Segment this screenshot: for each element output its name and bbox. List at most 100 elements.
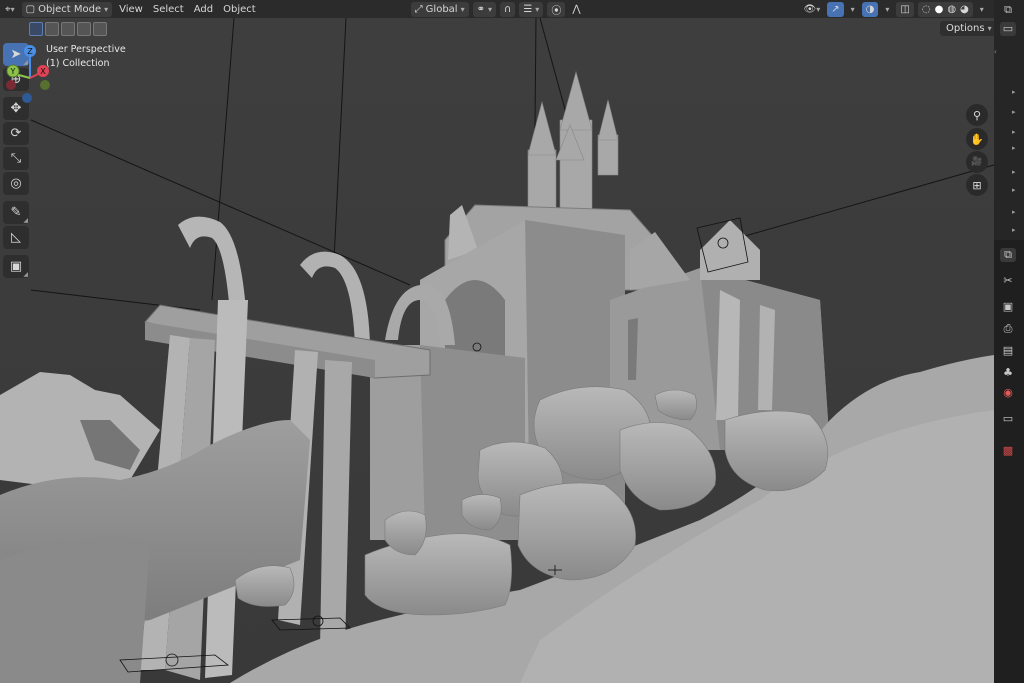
mountain-left [0, 372, 160, 490]
select-extend-icon[interactable] [45, 22, 59, 36]
snap-toggle[interactable]: ∩ [500, 1, 516, 17]
camera-view-button[interactable]: 🎥 [966, 151, 988, 173]
viewport-header: ⌖ ▾ ▢ Object Mode ▾ View Select Add Objec… [0, 0, 994, 18]
proportional-edit-icon: ⦿ [551, 5, 562, 17]
axis-neg-x-icon[interactable] [6, 80, 16, 90]
shading-dropdown[interactable]: ▾ [975, 1, 989, 17]
overlays-toggle[interactable]: ◑ [861, 1, 879, 17]
pivot-icon: ⚭ [476, 3, 485, 15]
orientation-icon: ⤢ [414, 3, 423, 15]
axis-x-label: X [40, 67, 46, 76]
expand-arrow-icon[interactable]: ▸ [1012, 168, 1016, 176]
transform-orientation-dropdown[interactable]: ⤢ Global ▾ [410, 1, 469, 17]
expand-arrow-icon[interactable]: ▸ [1012, 144, 1016, 152]
axis-neg-y-icon[interactable] [40, 80, 50, 90]
visibility-dropdown[interactable]: 👁 ▾ [799, 1, 826, 17]
object-mode-icon: ▢ [25, 3, 36, 15]
wireframe-shading-icon[interactable]: ◌ [922, 4, 931, 15]
menu-select[interactable]: Select [148, 1, 189, 17]
tool-add-cube[interactable]: ▣ ◢ [3, 255, 29, 278]
gizmo-toggle[interactable]: ↗ [827, 1, 844, 17]
xray-toggle[interactable]: ◫ [896, 1, 914, 17]
orientation-label: Global [425, 3, 458, 15]
overlays-icon: ◑ [865, 3, 875, 15]
menu-add[interactable]: Add [189, 1, 218, 17]
select-subtract-icon[interactable] [61, 22, 75, 36]
expand-arrow-icon[interactable]: ▸ [1012, 208, 1016, 216]
transform-icon: ◎ [10, 176, 22, 191]
navigation-gizmo[interactable]: Z X Y [0, 40, 60, 110]
3d-viewport[interactable]: User Perspective (1) Collection ➤ ◢ ⊕ ✥ ⟳… [0, 18, 994, 683]
axis-neg-z-icon[interactable] [22, 93, 32, 103]
ortho-toggle-button[interactable]: ⊞ [966, 174, 988, 196]
chevron-down-icon: ▾ [850, 4, 855, 14]
proportional-edit-toggle[interactable]: ⦿ [547, 1, 566, 17]
expand-arrow-icon[interactable]: ▸ [1012, 108, 1016, 116]
snap-increment-icon: ☰ [523, 3, 533, 15]
snap-target-dropdown[interactable]: ☰ ▾ [519, 1, 544, 17]
scene-render [0, 18, 994, 683]
rendered-shading-icon[interactable]: ◕ [960, 4, 969, 15]
view-layer-icon[interactable]: ▤ [1000, 344, 1016, 358]
falloff-dropdown[interactable]: ⋀ [567, 1, 585, 17]
tool-properties-icon[interactable]: ✂ [1000, 274, 1016, 288]
expand-arrow-icon[interactable]: ▸ [1012, 128, 1016, 136]
properties-tab-strip: ⧉ ▭ ‹ ▸ ▸ ▸ ▸ ▸ ▸ ▸ ▸ ⧉ ✂ ▣ ⎙ ▤ ♣ ◉ ▭ ▩ [994, 0, 1024, 683]
tool-measure[interactable]: ◺ [3, 226, 29, 249]
render-properties-icon[interactable]: ▣ [1000, 300, 1016, 314]
tool-rotate[interactable]: ⟳ [3, 122, 29, 145]
material-shading-icon[interactable]: ◍ [947, 4, 956, 15]
annotate-icon: ✎ [10, 205, 22, 220]
select-new-icon[interactable] [29, 22, 43, 36]
xray-icon: ◫ [900, 3, 910, 15]
texture-properties-icon[interactable]: ▩ [1000, 444, 1016, 458]
mode-label: Object Mode [38, 3, 102, 15]
tool-annotate[interactable]: ✎ ◢ [3, 201, 29, 224]
menu-view[interactable]: View [114, 1, 148, 17]
grid-icon: ⊞ [972, 178, 982, 192]
properties-editor-icon[interactable]: ⧉ [1000, 248, 1016, 262]
overlays-dropdown[interactable]: ▾ [880, 1, 894, 17]
mode-dropdown[interactable]: ▢ Object Mode ▾ [21, 1, 113, 17]
outliner-strip [994, 0, 1024, 240]
options-label: Options [946, 23, 985, 34]
magnet-icon: ∩ [504, 3, 512, 15]
expand-arrow-icon[interactable]: ▸ [1012, 186, 1016, 194]
eye-icon: 👁 [803, 3, 817, 15]
falloff-icon: ⋀ [572, 3, 581, 15]
shading-buttons[interactable]: ◌ ● ◍ ◕ [917, 1, 973, 17]
gizmo-dropdown[interactable]: ▾ [846, 1, 860, 17]
output-properties-icon[interactable]: ⎙ [1000, 322, 1016, 336]
axis-z-label: Z [27, 47, 33, 56]
expand-arrow-icon[interactable]: ▸ [1012, 88, 1016, 96]
scene-properties-icon[interactable]: ♣ [1000, 366, 1016, 380]
options-dropdown[interactable]: Options ▾ [940, 21, 994, 36]
zoom-icon: ⚲ [972, 108, 982, 122]
rotate-icon: ⟳ [10, 126, 22, 141]
scale-icon: ⤡ [10, 151, 22, 166]
tool-transform[interactable]: ◎ [3, 172, 29, 195]
collapse-arrow-icon[interactable]: ‹ [994, 48, 997, 56]
chevron-down-icon: ▾ [460, 4, 465, 14]
world-properties-icon[interactable]: ◉ [1000, 386, 1016, 400]
axis-y-label: Y [10, 67, 16, 76]
filter-icon[interactable]: ▭ [1000, 22, 1016, 36]
chevron-down-icon: ▾ [987, 24, 992, 33]
menu-object[interactable]: Object [218, 1, 261, 17]
gizmo-icon: ↗ [831, 3, 840, 15]
expand-arrow-icon[interactable]: ▸ [1012, 226, 1016, 234]
tool-scale[interactable]: ⤡ [3, 147, 29, 170]
pivot-point-dropdown[interactable]: ⚭ ▾ [472, 1, 496, 17]
add-cube-icon: ▣ [9, 259, 23, 274]
zoom-button[interactable]: ⚲ [966, 104, 988, 126]
collection-properties-icon[interactable]: ▭ [1000, 412, 1016, 426]
editor-type-button[interactable]: ⌖ ▾ [0, 1, 20, 17]
solid-shading-icon[interactable]: ● [935, 4, 944, 15]
editor-type-icon[interactable]: ⧉ [1000, 3, 1016, 17]
hand-icon: ✋ [970, 132, 984, 146]
select-intersect-icon[interactable] [93, 22, 107, 36]
chevron-down-icon: ▾ [885, 4, 890, 14]
select-invert-icon[interactable] [77, 22, 91, 36]
chevron-down-icon: ▾ [979, 4, 984, 14]
pan-button[interactable]: ✋ [966, 128, 988, 150]
